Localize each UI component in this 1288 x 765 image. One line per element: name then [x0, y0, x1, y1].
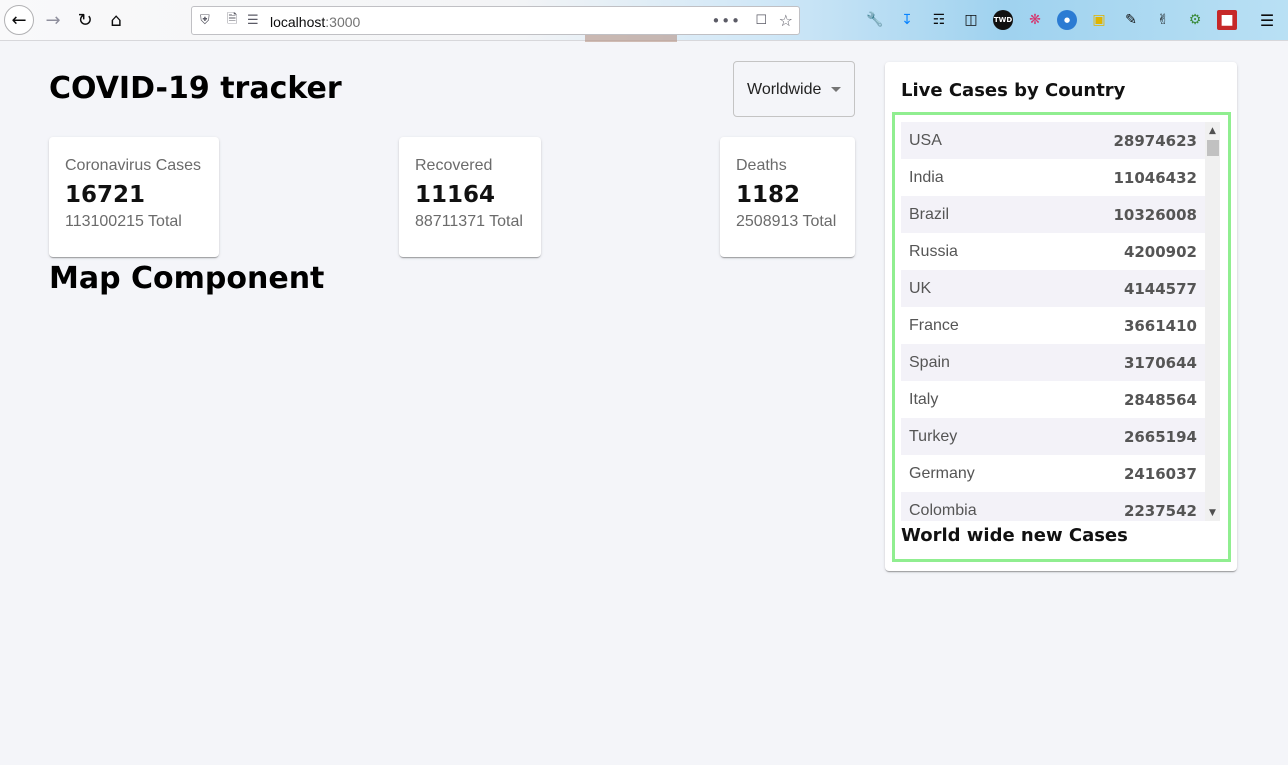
wrench-icon[interactable]: 🔧: [865, 10, 885, 30]
deaths-card-total: 2508913 Total: [736, 213, 837, 230]
extension-red-icon[interactable]: ■: [1217, 10, 1237, 30]
app-title: COVID-19 tracker: [49, 71, 342, 106]
country-select[interactable]: Worldwide: [733, 61, 855, 117]
country-select-value: Worldwide: [747, 81, 822, 98]
country-cases: 2665194: [1123, 427, 1197, 446]
forward-icon[interactable]: →: [38, 5, 68, 35]
country-name: UK: [909, 279, 932, 297]
url-text[interactable]: localhost:3000: [270, 14, 360, 30]
url-bar[interactable]: ⛨ 🗎 ☰ localhost:3000 ••• ☐ ☆: [191, 6, 800, 35]
table-row: Colombia 2237542: [901, 492, 1205, 521]
country-cases: 3661410: [1123, 316, 1197, 335]
extension-asterisk-icon[interactable]: ❋: [1025, 10, 1045, 30]
back-icon[interactable]: ←: [4, 5, 34, 35]
extension-twd-icon[interactable]: TWD: [993, 10, 1013, 30]
deaths-card-count: 1182: [736, 182, 801, 208]
country-name: Brazil: [909, 205, 950, 223]
table-row: Turkey 2665194: [901, 418, 1205, 455]
shield-icon[interactable]: ⛨: [200, 7, 210, 34]
extension-globe-icon[interactable]: ●: [1057, 10, 1077, 30]
cases-card-total: 113100215 Total: [65, 213, 182, 230]
bookmark-star-icon[interactable]: ☆: [779, 7, 793, 34]
cases-card[interactable]: Coronavirus Cases 16721 113100215 Total: [49, 137, 219, 257]
country-cases: 2416037: [1123, 464, 1197, 483]
country-cases: 10326008: [1113, 205, 1198, 224]
live-cases-heading: Live Cases by Country: [901, 80, 1126, 101]
country-cases: 11046432: [1113, 168, 1198, 187]
table-row: France 3661410: [901, 307, 1205, 344]
deaths-card[interactable]: Deaths 1182 2508913 Total: [720, 137, 855, 257]
more-icon[interactable]: •••: [711, 7, 741, 34]
country-name: Turkey: [909, 427, 958, 445]
country-name: France: [909, 316, 959, 334]
new-cases-heading: World wide new Cases: [901, 525, 1128, 546]
reload-icon[interactable]: ↻: [70, 5, 100, 35]
country-table[interactable]: USA 28974623 India 11046432 Brazil 10326…: [901, 122, 1205, 521]
url-host: localhost: [270, 14, 326, 30]
country-cases: 2848564: [1123, 390, 1197, 409]
map-heading: Map Component: [49, 261, 325, 296]
recovered-card[interactable]: Recovered 11164 88711371 Total: [399, 137, 541, 257]
country-name: India: [909, 168, 944, 186]
table-row: Russia 4200902: [901, 233, 1205, 270]
sidebar-icon[interactable]: ◫: [961, 10, 981, 30]
home-icon[interactable]: ⌂: [101, 5, 131, 35]
country-name: Germany: [909, 464, 975, 482]
browser-toolbar: ← → ↻ ⌂ ⛨ 🗎 ☰ localhost:3000 ••• ☐ ☆ 🔧 ↧…: [0, 0, 1288, 42]
deaths-card-title: Deaths: [736, 157, 787, 174]
table-row: India 11046432: [901, 159, 1205, 196]
country-name: Russia: [909, 242, 958, 260]
extension-monitor-icon[interactable]: ▣: [1089, 10, 1109, 30]
table-row: Brazil 10326008: [901, 196, 1205, 233]
country-name: USA: [909, 131, 942, 149]
scroll-down-icon[interactable]: ▼: [1205, 504, 1220, 521]
table-row: Spain 3170644: [901, 344, 1205, 381]
chevron-down-icon: [831, 87, 841, 92]
country-cases: 28974623: [1113, 131, 1198, 150]
country-cases: 3170644: [1123, 353, 1197, 372]
download-icon[interactable]: ↧: [897, 10, 917, 30]
country-cases: 2237542: [1123, 501, 1197, 520]
cases-card-title: Coronavirus Cases: [65, 157, 202, 174]
country-name: Colombia: [909, 501, 977, 519]
country-cases: 4200902: [1123, 242, 1197, 261]
cases-card-count: 16721: [65, 182, 146, 208]
page-icon[interactable]: 🗎: [227, 7, 237, 34]
extension-notes-icon[interactable]: ✎: [1121, 10, 1141, 30]
hamburger-menu-icon[interactable]: ☰: [1257, 10, 1277, 30]
recovered-card-total: 88711371 Total: [415, 213, 523, 230]
pocket-icon[interactable]: ☐: [755, 7, 767, 34]
scroll-thumb[interactable]: [1207, 140, 1219, 156]
url-port: :3000: [325, 14, 361, 30]
recovered-card-count: 11164: [415, 182, 496, 208]
table-scrollbar[interactable]: ▲ ▼: [1205, 122, 1220, 521]
table-row: UK 4144577: [901, 270, 1205, 307]
table-row: Italy 2848564: [901, 381, 1205, 418]
table-row: USA 28974623: [901, 122, 1205, 159]
extension-puzzle-icon[interactable]: ⚙: [1185, 10, 1205, 30]
scroll-up-icon[interactable]: ▲: [1205, 122, 1220, 139]
extension-hand-icon[interactable]: ✌: [1153, 10, 1173, 30]
country-name: Italy: [909, 390, 939, 408]
permissions-icon[interactable]: ☰: [247, 7, 259, 34]
table-row: Germany 2416037: [901, 455, 1205, 492]
live-cases-panel: Live Cases by Country USA 28974623 India…: [885, 62, 1237, 571]
recovered-card-title: Recovered: [415, 157, 493, 174]
library-icon[interactable]: ☶: [929, 10, 949, 30]
country-cases: 4144577: [1123, 279, 1197, 298]
country-name: Spain: [909, 353, 950, 371]
